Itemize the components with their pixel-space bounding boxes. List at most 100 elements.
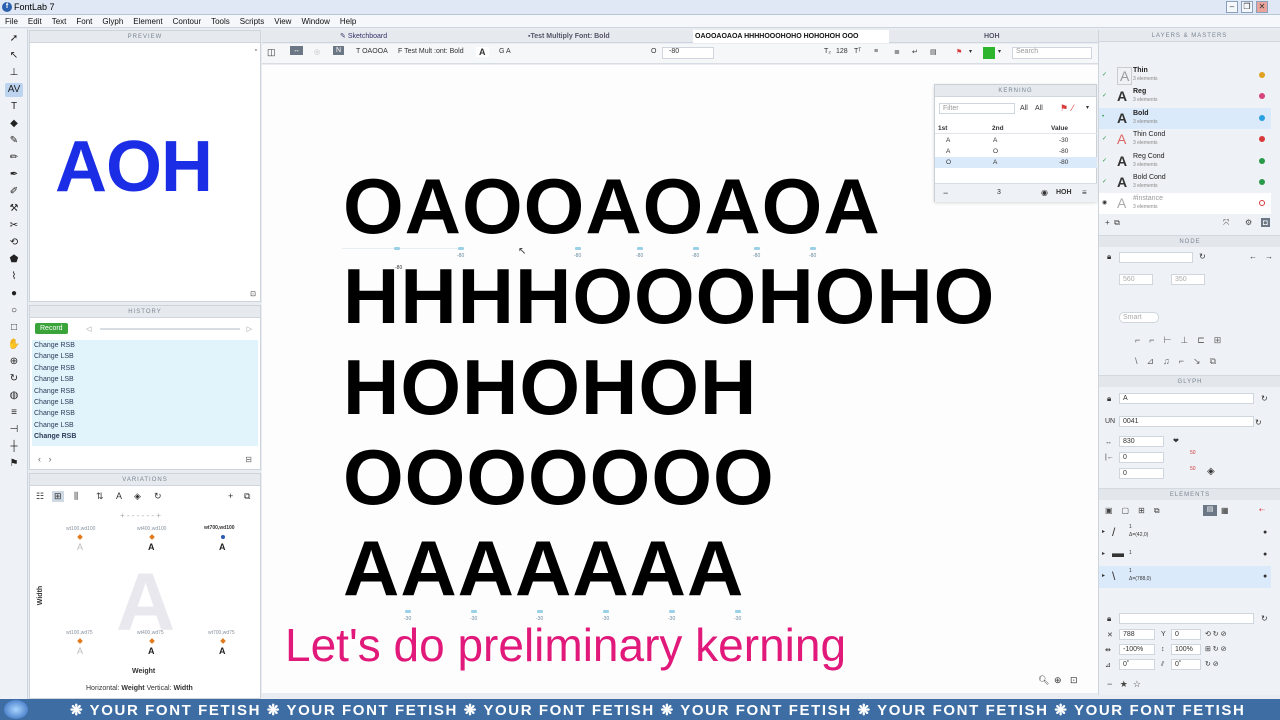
- lock-icon[interactable]: 🔒︎: [1107, 252, 1111, 262]
- eraser-icon[interactable]: ◆: [5, 117, 23, 131]
- kern-handle[interactable]: [693, 247, 699, 250]
- filter-all-2[interactable]: All: [1035, 105, 1043, 112]
- minimize-button[interactable]: ‒: [1226, 1, 1238, 13]
- master-item[interactable]: ✓ A Reg 3 elements: [1099, 86, 1271, 107]
- mask-icon[interactable]: ◘: [1261, 218, 1270, 227]
- master-item[interactable]: ✓ A Thin 3 elements: [1099, 65, 1271, 86]
- remove-pair-icon[interactable]: −: [943, 188, 948, 198]
- paint-icon[interactable]: ●: [5, 287, 23, 301]
- expand-icon[interactable]: ▸: [1102, 550, 1105, 557]
- kerning-filter-input[interactable]: Filter: [939, 103, 1015, 114]
- node-refresh-icon[interactable]: ↻: [1199, 252, 1206, 261]
- list-icon[interactable]: ≡: [5, 406, 23, 420]
- table-row[interactable]: A O -80: [935, 146, 1097, 157]
- menu-text[interactable]: Text: [47, 15, 72, 28]
- mask-icon[interactable]: ◈: [1207, 466, 1215, 477]
- pencil-icon[interactable]: ✏: [5, 151, 23, 165]
- settings-icon[interactable]: ⚙: [1245, 218, 1252, 227]
- kern-handle[interactable]: [537, 610, 543, 613]
- horizontal-axis[interactable]: Weight: [121, 685, 144, 692]
- add-icon[interactable]: +: [228, 491, 233, 501]
- transform-icon[interactable]: ⟲: [5, 236, 23, 250]
- master-item[interactable]: ✓ A Reg Cond 3 elements: [1099, 151, 1271, 172]
- fill-color-icon[interactable]: ▤: [930, 48, 937, 56]
- maximize-button[interactable]: ❐: [1241, 1, 1253, 13]
- rsb-input[interactable]: 0: [1119, 468, 1164, 479]
- element-dot-icon[interactable]: ●: [1263, 529, 1267, 536]
- refresh-icon[interactable]: ↻: [154, 491, 162, 502]
- minus-icon[interactable]: −: [1107, 679, 1112, 689]
- text-field[interactable]: T OAOOA: [356, 48, 388, 55]
- visible-icon[interactable]: ✓: [1102, 178, 1107, 185]
- axis-grid-icon[interactable]: ⊞: [52, 491, 64, 502]
- record-button[interactable]: Record: [35, 323, 68, 334]
- slant-input[interactable]: 0˚: [1171, 659, 1201, 670]
- master-item[interactable]: ✓ A Bold Cond 3 elements: [1099, 172, 1271, 193]
- sort-icon[interactable]: ⇅: [96, 491, 104, 502]
- search-input[interactable]: Search: [1012, 47, 1092, 59]
- text-tool-icon[interactable]: T: [5, 100, 23, 114]
- glyph-field[interactable]: A: [476, 47, 489, 57]
- kern-mode-icon[interactable]: ↔: [290, 46, 303, 55]
- list-item[interactable]: Change RSB: [32, 363, 258, 374]
- menu-font[interactable]: Font: [71, 15, 97, 28]
- transform-apply-icon[interactable]: ⟲ ↻ ⊘: [1205, 630, 1227, 638]
- swatch-dropdown-icon[interactable]: ▾: [998, 48, 1001, 55]
- scale-128-icon[interactable]: 128: [836, 48, 848, 55]
- star-icon[interactable]: ★: [1120, 679, 1128, 689]
- list-item[interactable]: Change LSB: [32, 351, 258, 362]
- kerning-dropdown-icon[interactable]: ▾: [1086, 104, 1089, 111]
- kern-handle[interactable]: [669, 610, 675, 613]
- ellipse-icon[interactable]: ○: [5, 304, 23, 318]
- visible-icon[interactable]: ✓: [1102, 157, 1107, 164]
- hand-icon[interactable]: ✋: [5, 338, 23, 352]
- contour-pointer-icon[interactable]: ↖: [5, 49, 23, 63]
- menu-contour[interactable]: Contour: [168, 15, 206, 28]
- globe-icon[interactable]: ◍: [5, 389, 23, 403]
- scale-x-input[interactable]: -100%: [1119, 644, 1155, 655]
- brush-icon[interactable]: ✎: [5, 134, 23, 148]
- list-item[interactable]: Change RSB: [32, 431, 258, 442]
- text-line[interactable]: HOHOHOH: [343, 347, 757, 427]
- kern-handle[interactable]: [637, 247, 643, 250]
- history-prev-icon[interactable]: ‹ ›: [38, 454, 52, 464]
- kern-handle[interactable]: [471, 610, 477, 613]
- menu-tools[interactable]: Tools: [206, 15, 235, 28]
- menu-scripts[interactable]: Scripts: [235, 15, 269, 28]
- text-line[interactable]: OOOOOOO: [343, 437, 775, 517]
- node-tools-icon[interactable]: ⌐⌐⊢⊥⊏⊞: [1135, 335, 1255, 346]
- text-line[interactable]: AAAAAAA: [343, 528, 744, 608]
- text-line[interactable]: HHHHOOOHOHO: [343, 256, 995, 336]
- rapidograph-icon[interactable]: ✐: [5, 185, 23, 199]
- ghost-icon[interactable]: ◎: [314, 48, 320, 56]
- scissors-icon[interactable]: ✂: [5, 219, 23, 233]
- list-item[interactable]: Change RSB: [32, 386, 258, 397]
- unicode-input[interactable]: 0041: [1119, 416, 1254, 427]
- close-button[interactable]: ✕: [1256, 1, 1268, 13]
- eyedropper-icon[interactable]: ⌇: [5, 270, 23, 284]
- visible-icon[interactable]: •: [1102, 114, 1104, 120]
- text-size-icon[interactable]: Tᵀ: [854, 48, 861, 55]
- glyph-lock-icon[interactable]: 🔒︎: [1107, 394, 1111, 404]
- kern-handle[interactable]: [754, 247, 760, 250]
- list-item[interactable]: Change LSB: [32, 397, 258, 408]
- layers-icon[interactable]: ◈: [134, 491, 141, 502]
- text-line[interactable]: OAOOAOAOA: [343, 166, 881, 246]
- visible-icon[interactable]: ◉: [1102, 199, 1107, 206]
- zoom-in-icon[interactable]: ⊕: [1054, 675, 1062, 686]
- element-row-selected[interactable]: ▸ \ 1 Δ=(788,0) ●: [1099, 566, 1271, 588]
- element-row[interactable]: ▸ / 1 Δ=(42,0) ●: [1099, 522, 1271, 544]
- align-left-icon[interactable]: ≡: [874, 48, 878, 55]
- glyph-name-field[interactable]: G A: [499, 48, 511, 55]
- kerning-menu-icon[interactable]: ≡: [1082, 188, 1087, 197]
- instance-marker-active[interactable]: [221, 535, 225, 539]
- view-grid-icon[interactable]: ▦: [1221, 506, 1229, 515]
- color-swatch[interactable]: [983, 47, 995, 59]
- bars-icon[interactable]: ⫼: [74, 491, 78, 502]
- menu-edit[interactable]: Edit: [23, 15, 47, 28]
- menu-window[interactable]: Window: [296, 15, 334, 28]
- ruler-icon[interactable]: ⊣: [5, 423, 23, 437]
- node-next-icon[interactable]: →: [1265, 252, 1273, 261]
- link-icon[interactable]: ⧉: [244, 491, 250, 502]
- n-icon[interactable]: N: [333, 46, 345, 55]
